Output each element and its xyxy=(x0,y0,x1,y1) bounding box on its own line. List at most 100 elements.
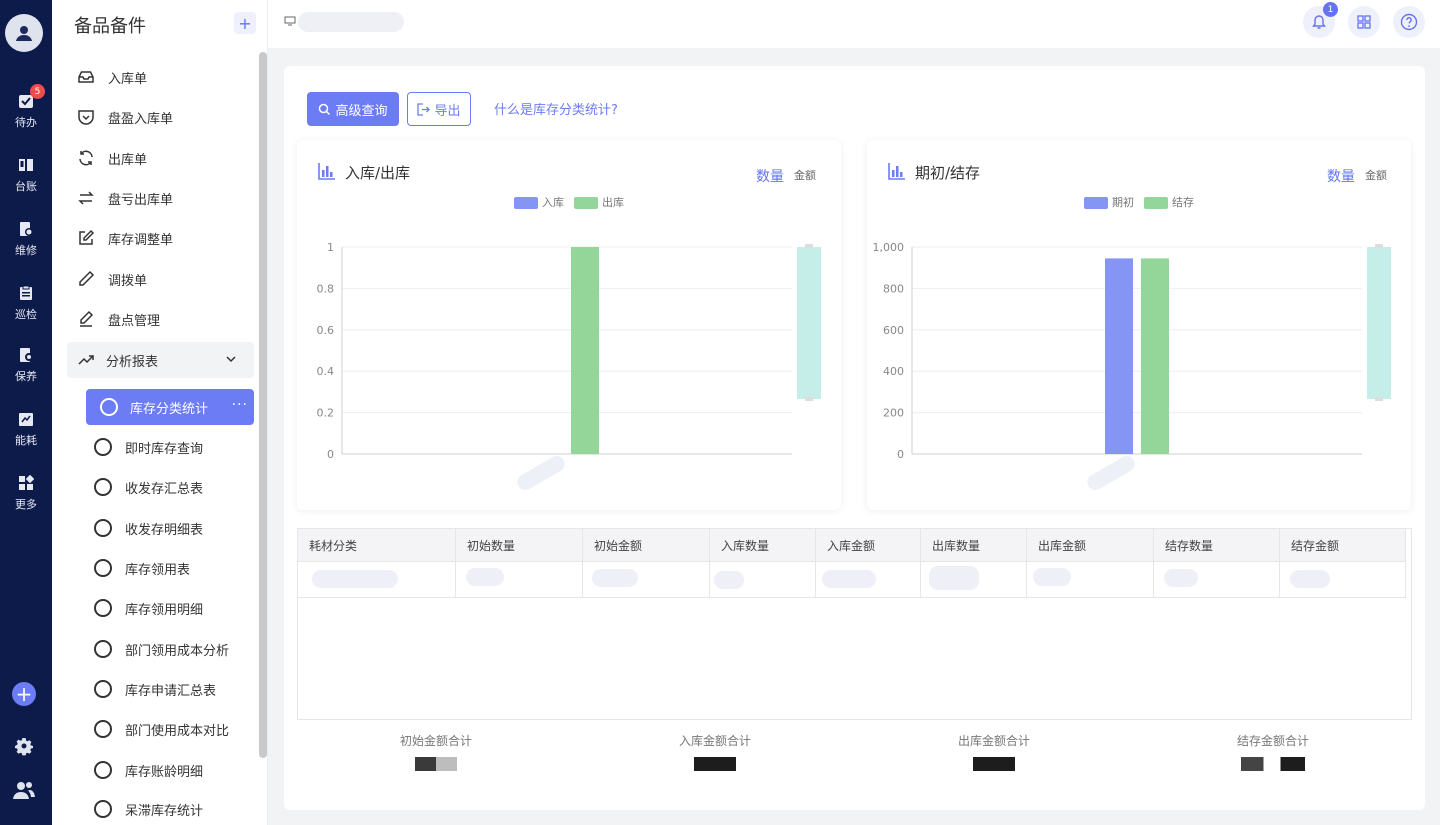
sidebar-item-surplus-inbound[interactable]: 盘盈入库单 xyxy=(76,102,173,132)
y-tick-label: 0.8 xyxy=(317,282,335,295)
rail-label: 维修 xyxy=(15,244,37,257)
y-tick-label: 0 xyxy=(897,448,904,461)
sidebar-subitem-active[interactable]: 库存分类统计 ··· xyxy=(86,389,254,425)
circle-icon xyxy=(94,438,112,456)
sidebar-item-label: 调拨单 xyxy=(108,273,148,289)
table-cell xyxy=(1027,562,1154,598)
circle-icon xyxy=(100,398,118,416)
export-button[interactable]: 导出 xyxy=(407,92,471,126)
table-header-cell: 初始金额 xyxy=(583,529,710,562)
monitor-icon xyxy=(284,16,296,26)
sidebar-item-label: 出库单 xyxy=(108,152,148,168)
summary-table: 耗材分类 初始数量 初始金额 入库数量 入库金额 出库数量 出库金额 结存数量 … xyxy=(297,528,1412,720)
chevron-down-icon xyxy=(226,356,236,363)
sidebar-item-loss-outbound[interactable]: 盘亏出库单 xyxy=(76,183,173,213)
sidebar-subitem-label: 库存领用表 xyxy=(125,562,191,578)
circle-icon xyxy=(94,720,112,738)
user-avatar[interactable] xyxy=(5,14,43,52)
legend-swatch xyxy=(1144,197,1168,209)
table-header-cell: 入库数量 xyxy=(710,529,816,562)
table-cell xyxy=(583,562,710,598)
total-outbound-amount: 出库金额合计 xyxy=(914,732,1074,771)
rail-item-inspection[interactable]: 巡检 xyxy=(0,278,52,328)
sidebar-item-outbound[interactable]: 出库单 xyxy=(76,143,147,173)
circle-icon xyxy=(94,519,112,537)
table-row[interactable] xyxy=(298,562,1406,598)
sidebar-subitem[interactable]: 库存账龄明细 xyxy=(94,757,203,783)
sidebar-title: 备品备件 xyxy=(74,16,146,37)
y-tick-label: 600 xyxy=(883,324,904,337)
refresh-icon xyxy=(79,150,93,166)
rail-item-todo[interactable]: 5 待办 xyxy=(0,84,52,136)
circle-icon xyxy=(94,599,112,617)
legend-swatch xyxy=(1084,197,1108,209)
advanced-search-button[interactable]: 高级查询 xyxy=(307,92,399,126)
redacted-value xyxy=(415,757,457,771)
bar-chart: 期初 结存 0 200 400 600 800 1,000 xyxy=(873,195,1391,490)
table-cell xyxy=(816,562,921,598)
sidebar-item-stock-adjust[interactable]: 库存调整单 xyxy=(76,223,173,253)
sidebar-subitem[interactable]: 收发存明细表 xyxy=(94,515,203,541)
table-header: 耗材分类 初始数量 初始金额 入库数量 入库金额 出库数量 出库金额 结存数量 … xyxy=(298,529,1406,562)
circle-icon xyxy=(94,800,112,818)
sidebar-item-label: 盘点管理 xyxy=(108,313,161,329)
sidebar-subitem[interactable]: 部门领用成本分析 xyxy=(94,636,229,662)
sidebar-subitem[interactable]: 部门使用成本对比 xyxy=(94,716,229,742)
legend-label: 期初 xyxy=(1112,195,1134,209)
help-link[interactable]: 什么是库存分类统计? xyxy=(494,99,618,118)
todo-badge: 5 xyxy=(30,84,45,99)
sidebar-subitem[interactable]: 库存申请汇总表 xyxy=(94,676,216,702)
table-cell xyxy=(710,562,816,598)
table-header-cell: 结存金额 xyxy=(1280,529,1406,562)
sidebar-subitem-label: 收发存明细表 xyxy=(125,522,204,538)
apps-button[interactable] xyxy=(1348,6,1380,38)
help-button[interactable] xyxy=(1393,6,1425,38)
user-icon xyxy=(16,26,32,41)
sidebar-subitem[interactable]: 即时库存查询 xyxy=(94,434,203,460)
bar xyxy=(1105,258,1133,454)
sidebar-item-label: 盘盈入库单 xyxy=(108,111,174,127)
table-header-cell: 耗材分类 xyxy=(298,529,456,562)
x-tick-label-redacted xyxy=(517,456,565,490)
pen-icon xyxy=(79,270,95,286)
notification-button[interactable]: 1 xyxy=(1303,2,1338,38)
y-tick-label: 800 xyxy=(883,282,904,295)
legend-swatch xyxy=(574,197,598,209)
rail-label: 巡检 xyxy=(15,308,37,321)
sidebar-subitem[interactable]: 库存领用明细 xyxy=(94,595,203,621)
rail-item-ledger[interactable]: 台账 xyxy=(0,150,52,200)
sidebar-item-inbound[interactable]: 入库单 xyxy=(76,62,147,92)
sidebar-item-transfer[interactable]: 调拨单 xyxy=(76,264,147,294)
rail-add-button[interactable]: + xyxy=(12,682,36,706)
users-icon[interactable] xyxy=(12,778,36,802)
total-label: 出库金额合计 xyxy=(957,734,1030,748)
sidebar-subitem-label: 库存申请汇总表 xyxy=(125,683,217,699)
sidebar-add-button[interactable]: + xyxy=(234,12,256,34)
trending-up-icon xyxy=(78,355,94,365)
more-options-button[interactable]: ··· xyxy=(232,397,248,413)
top-bar: 1 xyxy=(268,0,1440,48)
energy-icon xyxy=(19,413,33,426)
rail-item-repair[interactable]: 维修 xyxy=(0,214,52,264)
sidebar-subitem[interactable]: 收发存汇总表 xyxy=(94,474,203,500)
sidebar-item-stocktake[interactable]: 盘点管理 xyxy=(76,304,160,334)
rail-item-energy[interactable]: 能耗 xyxy=(0,404,52,454)
rail-item-more[interactable]: 更多 xyxy=(0,468,52,518)
legend-label: 结存 xyxy=(1172,195,1194,209)
sidebar-subitem[interactable]: 库存领用表 xyxy=(94,555,190,581)
main-panel: 高级查询 导出 什么是库存分类统计? 入库/出库 数量 金额 入库 出库 0 0.2 0… xyxy=(284,66,1425,810)
advanced-search-label: 高级查询 xyxy=(335,103,388,119)
sidebar-scrollbar[interactable] xyxy=(259,52,267,758)
table-cell xyxy=(921,562,1027,598)
sidebar-subitem-label: 库存分类统计 xyxy=(130,401,209,417)
rail-item-maintenance[interactable]: 保养 xyxy=(0,340,52,390)
sidebar-group-reports[interactable]: 分析报表 xyxy=(67,342,254,378)
sidebar-subitem[interactable]: 呆滞库存统计 xyxy=(94,796,203,822)
zoom-handle-top xyxy=(1375,244,1383,248)
circle-icon xyxy=(94,640,112,658)
sidebar: 备品备件 + 入库单 盘盈入库单 出库单 盘亏出库单 库存调整单 调拨单 盘点管… xyxy=(52,0,268,825)
sidebar-subitem-label: 部门领用成本分析 xyxy=(125,643,230,659)
search-icon xyxy=(319,103,331,115)
settings-icon[interactable] xyxy=(12,734,36,758)
sidebar-group-label: 分析报表 xyxy=(106,354,159,370)
